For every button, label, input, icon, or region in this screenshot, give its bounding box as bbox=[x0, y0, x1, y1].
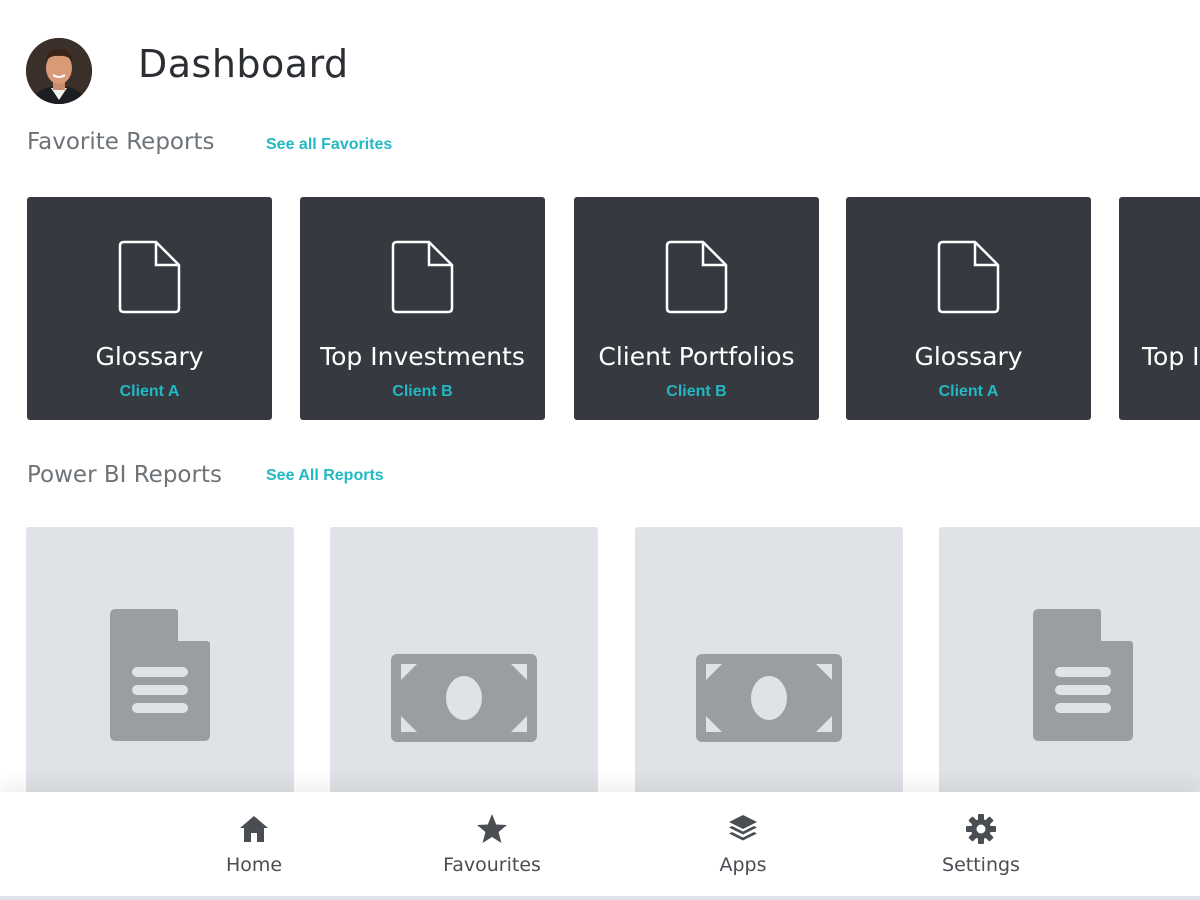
favorite-report-tile[interactable]: Client Portfolios Client B bbox=[574, 197, 819, 420]
powerbi-report-tile[interactable] bbox=[635, 527, 903, 797]
favorite-report-tile[interactable]: Top Investments Client B bbox=[300, 197, 545, 420]
favorite-report-name: Top Investments bbox=[320, 342, 525, 371]
nav-label-home: Home bbox=[225, 854, 283, 876]
nav-item-home[interactable]: Home bbox=[179, 812, 329, 876]
avatar[interactable] bbox=[26, 38, 92, 104]
bottom-nav: Home Favourites Apps Settings bbox=[0, 792, 1200, 896]
money-bill-icon bbox=[696, 654, 842, 742]
favorite-report-tile[interactable]: Glossary Client A bbox=[846, 197, 1091, 420]
layers-icon bbox=[729, 815, 757, 841]
favorite-report-client: Client B bbox=[666, 383, 727, 400]
favorite-report-name: Glossary bbox=[95, 342, 204, 371]
favorite-report-tile[interactable]: Top I bbox=[1119, 197, 1200, 420]
home-icon bbox=[240, 816, 268, 842]
favorite-report-client: Client B bbox=[392, 383, 453, 400]
favorite-report-tile[interactable]: Glossary Client A bbox=[27, 197, 272, 420]
document-lines-icon bbox=[1033, 609, 1133, 741]
nav-item-favourites[interactable]: Favourites bbox=[417, 812, 567, 876]
favorites-section-title: Favorite Reports bbox=[27, 129, 215, 155]
document-outline-icon bbox=[665, 240, 727, 314]
powerbi-report-tile[interactable] bbox=[26, 527, 294, 797]
document-outline-icon bbox=[937, 240, 999, 314]
nav-label-apps: Apps bbox=[719, 854, 767, 876]
document-outline-icon bbox=[118, 240, 180, 314]
nav-item-settings[interactable]: Settings bbox=[906, 812, 1056, 876]
document-outline-icon bbox=[391, 240, 453, 314]
nav-label-favourites: Favourites bbox=[443, 854, 541, 876]
document-lines-icon bbox=[110, 609, 210, 741]
money-bill-icon bbox=[391, 654, 537, 742]
favorite-report-client: Client A bbox=[119, 383, 180, 400]
powerbi-report-tile[interactable] bbox=[330, 527, 598, 797]
star-icon bbox=[477, 814, 507, 843]
favorite-report-client: Client A bbox=[938, 383, 999, 400]
bottom-divider bbox=[0, 896, 1200, 900]
gear-icon bbox=[966, 814, 996, 844]
nav-item-apps[interactable]: Apps bbox=[668, 812, 818, 876]
see-all-reports-link[interactable]: See All Reports bbox=[266, 467, 384, 485]
powerbi-section-title: Power BI Reports bbox=[27, 462, 222, 488]
favorite-report-name: Glossary bbox=[914, 342, 1023, 371]
powerbi-report-tile[interactable] bbox=[939, 527, 1200, 797]
see-all-favorites-link[interactable]: See all Favorites bbox=[266, 136, 392, 154]
user-avatar-icon bbox=[26, 38, 92, 104]
favorite-report-name: Client Portfolios bbox=[598, 342, 795, 371]
nav-label-settings: Settings bbox=[942, 854, 1020, 876]
dashboard-page: Dashboard Favorite Reports See all Favor… bbox=[0, 0, 1200, 900]
page-title: Dashboard bbox=[138, 42, 349, 86]
favorite-report-name: Top I bbox=[1142, 342, 1200, 371]
